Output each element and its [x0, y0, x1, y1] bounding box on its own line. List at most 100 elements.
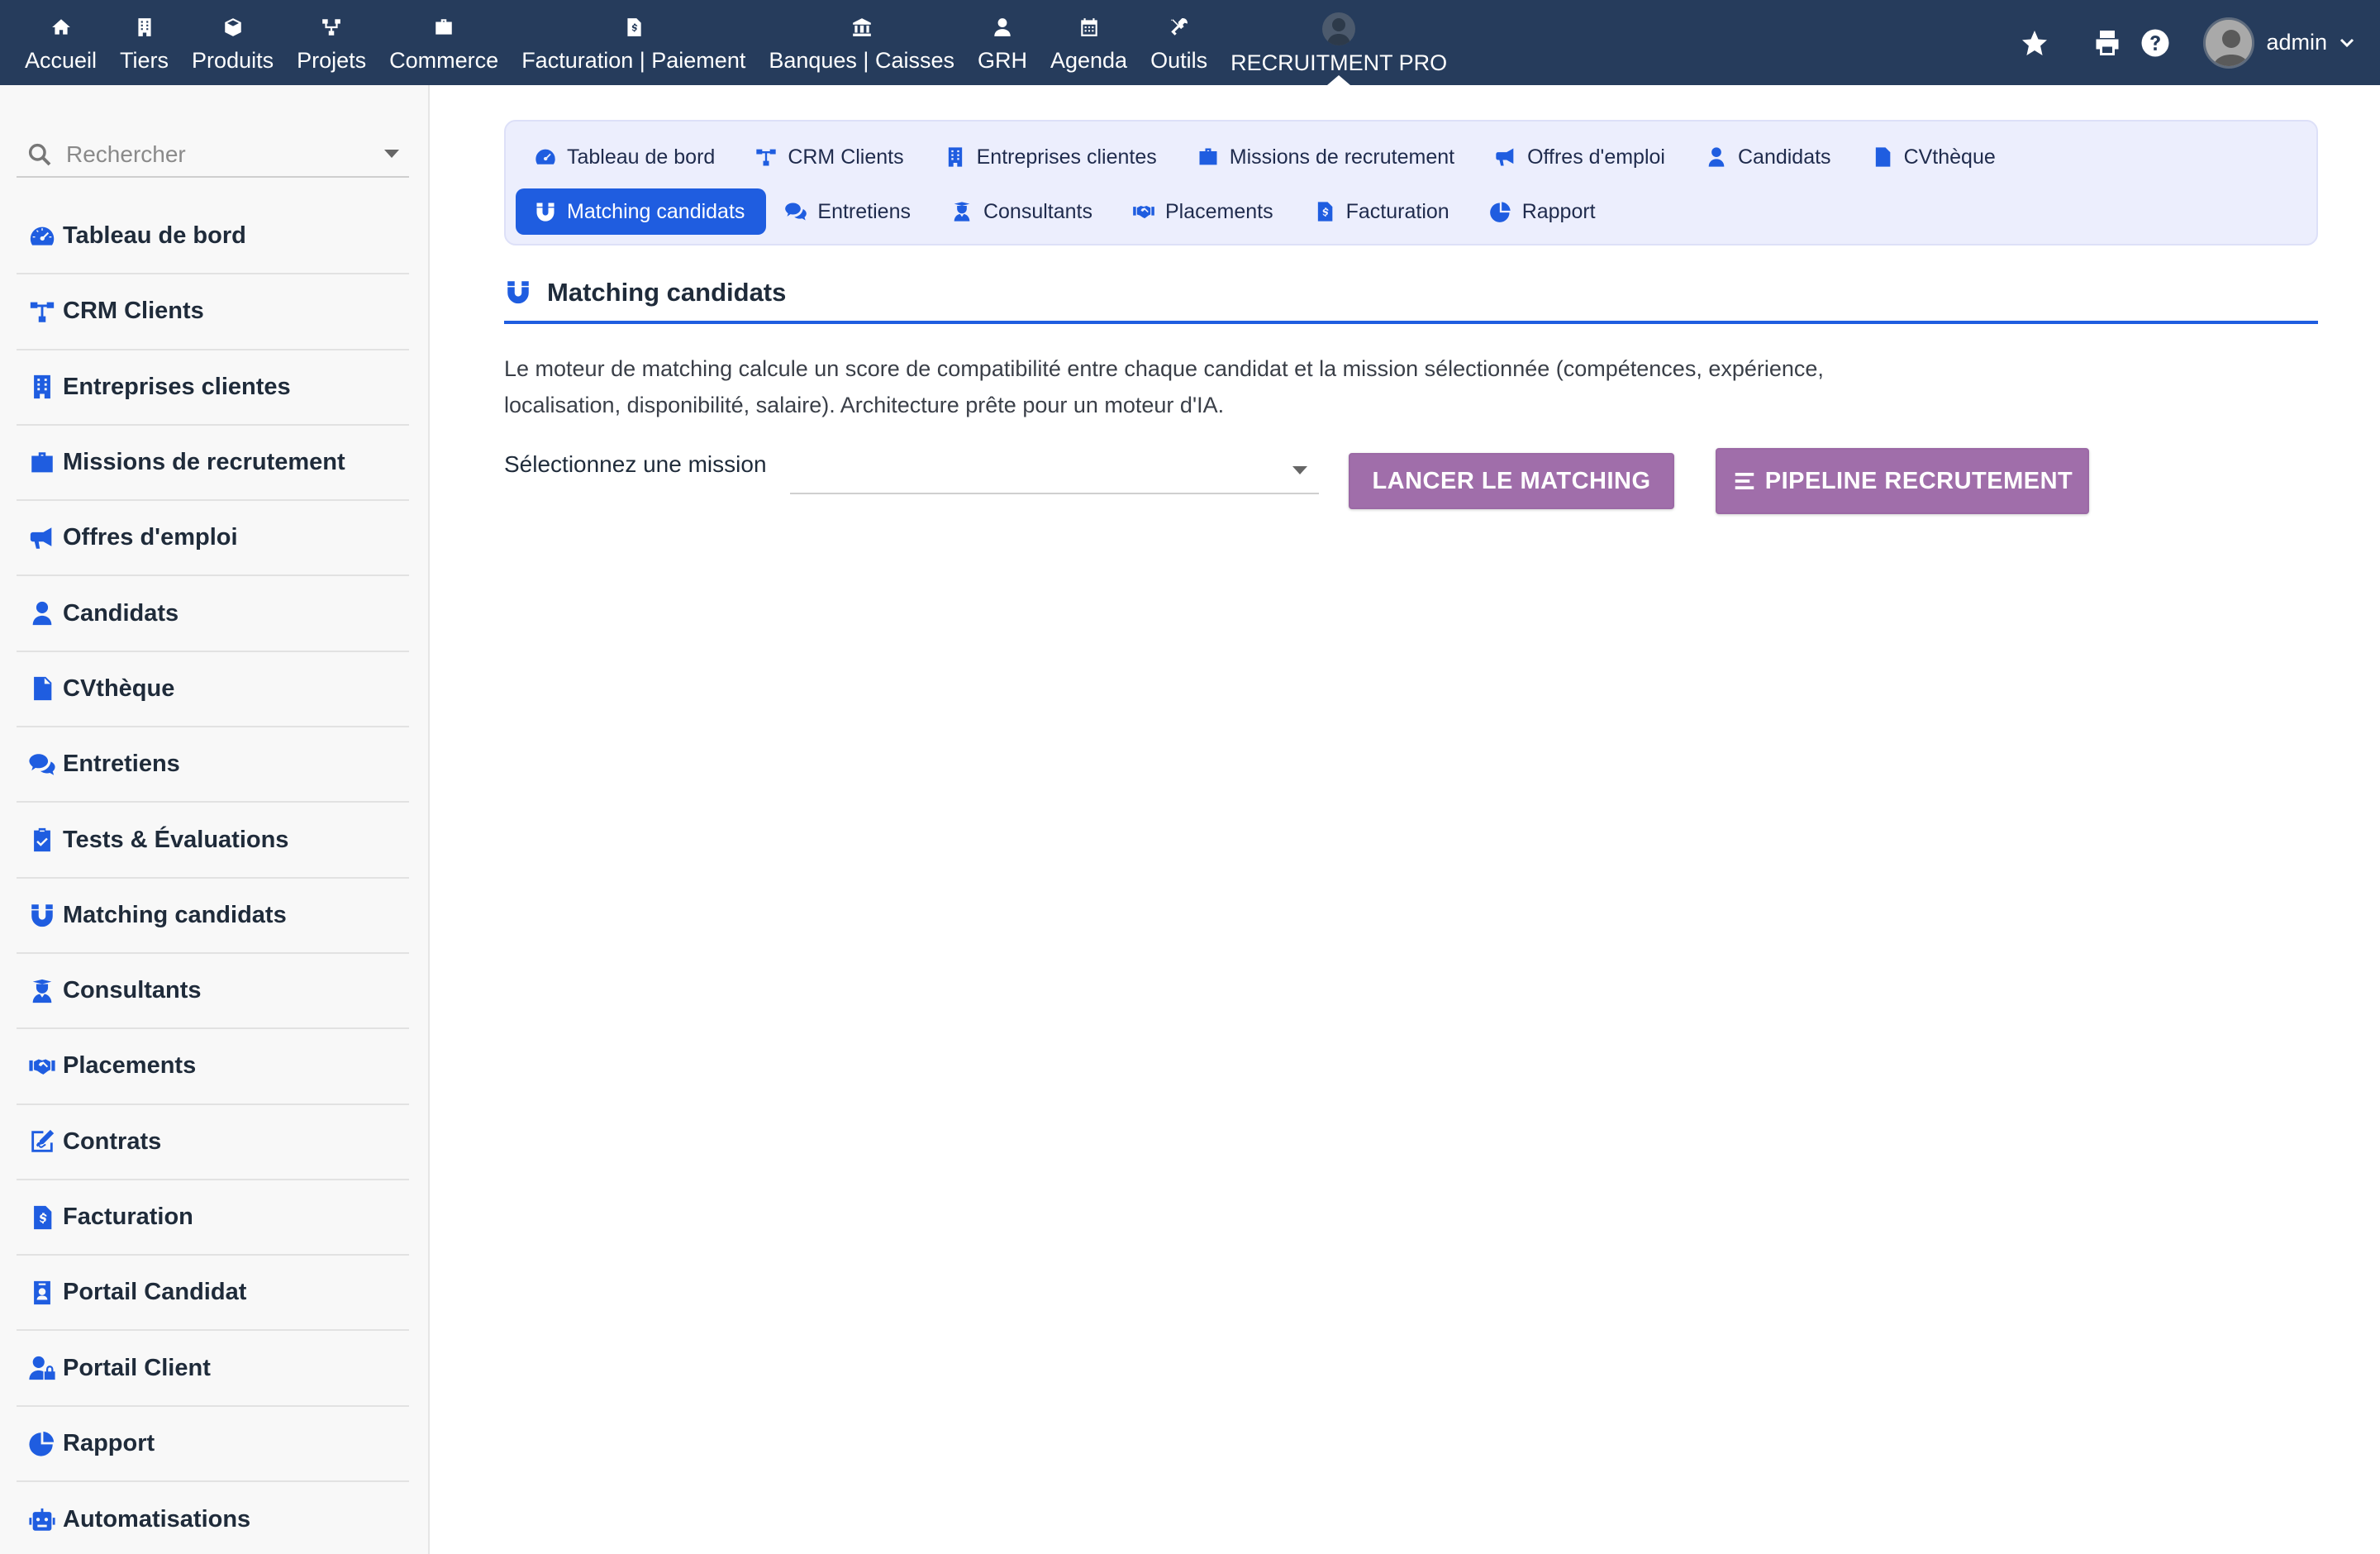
briefcase-icon — [436, 19, 452, 35]
mission-select[interactable] — [789, 446, 1319, 494]
topnav-agenda[interactable]: Agenda — [1039, 0, 1139, 85]
tab-label: Placements — [1165, 199, 1273, 223]
search-input[interactable] — [66, 141, 364, 168]
chart-pie-icon — [29, 1432, 55, 1456]
sidebar-item-label: Contrats — [63, 1127, 162, 1155]
cube-icon — [224, 18, 241, 36]
main-menu: Accueil Tiers Produits Projets Commerce … — [0, 0, 1459, 85]
home-icon — [51, 19, 70, 35]
sidebar-item-rapport[interactable]: Rapport — [17, 1407, 409, 1483]
sidebar-item-cvtheque[interactable]: CVthèque — [17, 652, 409, 728]
sidebar-item-entreprises-clientes[interactable]: Entreprises clientes — [17, 350, 409, 426]
sidebar-item-tableau-de-bord[interactable]: Tableau de bord — [17, 199, 409, 275]
dashboard-icon — [30, 226, 55, 245]
topnav-commerce[interactable]: Commerce — [378, 0, 510, 85]
sidebar-item-label: CVthèque — [63, 675, 175, 702]
sidebar-item-offres[interactable]: Offres d'emploi — [17, 501, 409, 577]
sidebar-item-automatisations[interactable]: Automatisations — [17, 1482, 409, 1554]
tab-entretiens[interactable]: Entretiens — [766, 188, 932, 235]
sidebar-item-missions[interactable]: Missions de recrutement — [17, 426, 409, 502]
sidebar-item-label: Matching candidats — [63, 901, 287, 928]
tab-cvtheque[interactable]: CVthèque — [1853, 134, 2017, 180]
sidebar-item-candidats[interactable]: Candidats — [17, 576, 409, 652]
tab-matching[interactable]: Matching candidats — [516, 188, 767, 235]
sidebar-menu: Tableau de bord CRM Clients Entreprises … — [17, 199, 409, 1554]
comments-icon — [29, 753, 55, 775]
topnav-label: Commerce — [389, 48, 499, 73]
user-icon — [994, 18, 1011, 36]
tab-placements[interactable]: Placements — [1114, 188, 1295, 235]
sidebar-item-label: Facturation — [63, 1204, 193, 1230]
sidebar-item-placements[interactable]: Placements — [17, 1029, 409, 1105]
description-line: Le moteur de matching calcule un score d… — [504, 356, 1824, 381]
tab-row-2: Matching candidats Entretiens Consultant… — [516, 184, 2306, 239]
sidebar-item-label: Entreprises clientes — [63, 373, 291, 400]
topnav-label: Outils — [1150, 48, 1208, 73]
topnav-outils[interactable]: Outils — [1139, 0, 1219, 85]
topnav-accueil[interactable]: Accueil — [13, 0, 108, 85]
tab-label: Offres d'emploi — [1527, 145, 1665, 169]
launch-matching-button[interactable]: LANCER LE MATCHING — [1349, 453, 1674, 509]
sidebar-item-label: Consultants — [63, 977, 202, 1004]
briefcase-icon — [31, 451, 53, 472]
module-tabs: Tableau de bord CRM Clients Entreprises … — [504, 120, 2318, 245]
tab-crm-clients[interactable]: CRM Clients — [736, 134, 925, 180]
sitemap-icon — [322, 19, 340, 36]
sidebar-item-label: Entretiens — [63, 751, 180, 778]
tab-label: Entretiens — [817, 199, 911, 223]
user-icon — [1708, 147, 1725, 167]
topnav-facturation[interactable]: Facturation | Paiement — [510, 0, 757, 85]
page-title: Matching candidats — [547, 278, 787, 307]
topnav-produits[interactable]: Produits — [180, 0, 285, 85]
topnav-tiers[interactable]: Tiers — [108, 0, 180, 85]
chevron-down-icon — [2340, 38, 2354, 47]
building-icon — [137, 18, 151, 36]
topnav-projets[interactable]: Projets — [285, 0, 378, 85]
tab-entreprises-clientes[interactable]: Entreprises clientes — [926, 134, 1178, 180]
sidebar-item-consultants[interactable]: Consultants — [17, 954, 409, 1030]
handshake-icon — [29, 1059, 55, 1075]
handshake-icon — [1133, 206, 1154, 219]
topnav-recruitment-pro[interactable]: RECRUITMENT PRO — [1219, 0, 1459, 85]
invoice-icon — [627, 18, 641, 36]
tab-offres[interactable]: Offres d'emploi — [1476, 134, 1687, 180]
tab-facturation[interactable]: Facturation — [1295, 188, 1471, 235]
avatar — [2203, 17, 2255, 69]
tab-missions[interactable]: Missions de recrutement — [1178, 134, 1476, 180]
pipeline-button[interactable]: PIPELINE RECRUTEMENT — [1716, 448, 2089, 514]
sidebar-item-portail-client[interactable]: Portail Client — [17, 1331, 409, 1407]
topnav-grh[interactable]: GRH — [966, 0, 1039, 85]
sidebar-item-entretiens[interactable]: Entretiens — [17, 727, 409, 803]
sidebar-item-portail-candidat[interactable]: Portail Candidat — [17, 1256, 409, 1332]
topnav-label: Produits — [192, 48, 274, 73]
sidebar-item-tests[interactable]: Tests & Évaluations — [17, 803, 409, 879]
topnav-banques[interactable]: Banques | Caisses — [757, 0, 966, 85]
topnav-label: RECRUITMENT PRO — [1230, 50, 1448, 75]
sidebar-item-label: Placements — [63, 1052, 197, 1080]
user-menu[interactable]: admin — [2203, 17, 2355, 69]
chart-pie-icon — [1489, 202, 1511, 222]
dashboard-icon — [536, 149, 555, 164]
tab-rapport[interactable]: Rapport — [1471, 188, 1617, 235]
section-header: Matching candidats — [504, 273, 2318, 324]
sidebar-item-label: Offres d'emploi — [63, 524, 238, 551]
tab-consultants[interactable]: Consultants — [932, 188, 1114, 235]
topnav-label: GRH — [977, 48, 1027, 73]
tab-tableau-de-bord[interactable]: Tableau de bord — [516, 134, 736, 180]
sidebar-item-matching[interactable]: Matching candidats — [17, 879, 409, 954]
tab-label: CVthèque — [1903, 145, 1996, 169]
sidebar-search[interactable] — [17, 133, 409, 178]
briefcase-icon — [1199, 148, 1217, 165]
sidebar-item-contrats[interactable]: Contrats — [17, 1105, 409, 1180]
star-icon[interactable] — [2020, 28, 2049, 58]
tab-candidats[interactable]: Candidats — [1687, 134, 1853, 180]
user-tie-icon — [954, 202, 970, 222]
sidebar-item-crm-clients[interactable]: CRM Clients — [17, 274, 409, 350]
mission-selector-row: Sélectionnez une mission — [504, 446, 1319, 517]
topnav-label: Accueil — [25, 48, 98, 73]
sidebar-item-facturation[interactable]: Facturation — [17, 1180, 409, 1256]
sidebar-item-label: Tests & Évaluations — [63, 826, 289, 853]
top-navbar: Accueil Tiers Produits Projets Commerce … — [0, 0, 2380, 85]
print-icon[interactable] — [2092, 28, 2122, 58]
help-icon[interactable] — [2140, 28, 2170, 58]
